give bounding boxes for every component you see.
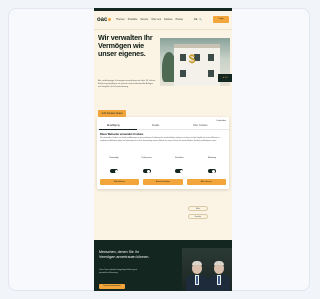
window (208, 54, 214, 61)
person-figure (186, 261, 208, 291)
team-section-text: Unser Team verbindet langjährige Erfahru… (99, 269, 138, 274)
nav-link-presse[interactable]: Presse (176, 17, 183, 23)
language-switch[interactable]: DE (194, 17, 197, 23)
team-photo (182, 248, 232, 291)
tab-about-cookies[interactable]: Über Cookies (193, 122, 207, 129)
toggle-label: Notwendig (109, 157, 119, 159)
login-button[interactable]: Login (213, 16, 229, 23)
euro-plant-icon: $ (188, 52, 196, 66)
toggle-switch[interactable] (110, 169, 118, 173)
window (208, 70, 214, 77)
team-section: Menschen, denen Sie Ihr Vermögen anvertr… (94, 240, 232, 291)
window (180, 70, 186, 77)
nav-links: Themen Produkte Service Über uns Karrier… (116, 17, 183, 23)
rating-badge: ★ 4,9 (218, 74, 232, 82)
tab-consent[interactable]: Einwilligung (107, 122, 120, 129)
search-icon[interactable]: 🔍 (199, 17, 202, 23)
cookie-buttons: Alle ablehnen Auswahl erlauben Alle zula… (100, 179, 226, 185)
nav-link-themen[interactable]: Themen (116, 17, 125, 23)
side-pill-more[interactable]: Mehr (188, 206, 208, 211)
cookie-body-text: Wir verwenden Cookies, um Inhalte und An… (100, 137, 220, 142)
allow-all-button[interactable]: Alle zulassen (186, 179, 226, 185)
cookie-consent-dialog: Einwilligung Details Über Cookies Cookie… (97, 117, 229, 189)
person-hair (214, 261, 224, 265)
hero-title: Wir verwalten Ihr Vermögen wie unser eig… (98, 33, 153, 59)
toggle-label: Präferenzen (141, 157, 152, 159)
person-tie (196, 276, 198, 284)
toggle-label: Marketing (207, 157, 217, 159)
toggle-label: Statistiken (174, 157, 184, 159)
toggle-switch[interactable] (207, 169, 216, 173)
person-figure (208, 261, 230, 291)
cookie-heading: Diese Webseite verwendet Cookies (100, 133, 144, 136)
cookie-toggles: Notwendig Präferenzen Statistiken Market… (100, 157, 226, 175)
deny-all-button[interactable]: Alle ablehnen (100, 179, 140, 185)
allow-selection-button[interactable]: Auswahl erlauben (143, 179, 183, 185)
toggle-switch[interactable] (142, 169, 151, 173)
hero-cta-button[interactable]: Jetzt beraten lassen (98, 110, 126, 117)
person-hair (192, 261, 202, 265)
navigation-bar: oac Themen Produkte Service Über uns Kar… (94, 11, 232, 30)
cookie-provider-logo: Cookiebot (216, 120, 226, 122)
nav-link-karriere[interactable]: Karriere (164, 17, 173, 23)
nav-link-ueber-uns[interactable]: Über uns (151, 17, 161, 23)
toggle-necessary: Notwendig (100, 157, 128, 175)
tab-details[interactable]: Details (152, 122, 159, 129)
nav-link-service[interactable]: Service (140, 17, 148, 23)
side-pill-contact[interactable]: Kontakt (188, 214, 208, 219)
logo[interactable]: oac (97, 16, 112, 24)
hero-text: Als unabhängige Vermögensverwaltung mit … (98, 80, 156, 89)
toggle-switch[interactable] (175, 169, 184, 173)
toggle-marketing: Marketing (198, 157, 226, 175)
team-section-title: Menschen, denen Sie Ihr Vermögen anvertr… (99, 250, 150, 259)
logo-text: oac (97, 17, 108, 23)
person-suit (208, 275, 230, 291)
toggle-preferences: Präferenzen (133, 157, 161, 175)
logo-dot-icon (108, 17, 112, 21)
nav-link-produkte[interactable]: Produkte (128, 17, 138, 23)
team-cta-button[interactable]: Team kennenlernen (99, 284, 125, 289)
person-suit (186, 275, 208, 291)
person-tie (218, 276, 220, 284)
toggle-statistics: Statistiken (165, 157, 193, 175)
active-tab-indicator (99, 129, 137, 130)
cookie-tabs: Einwilligung Details Über Cookies (97, 122, 229, 130)
nav-tools: DE 🔍 (194, 17, 202, 23)
